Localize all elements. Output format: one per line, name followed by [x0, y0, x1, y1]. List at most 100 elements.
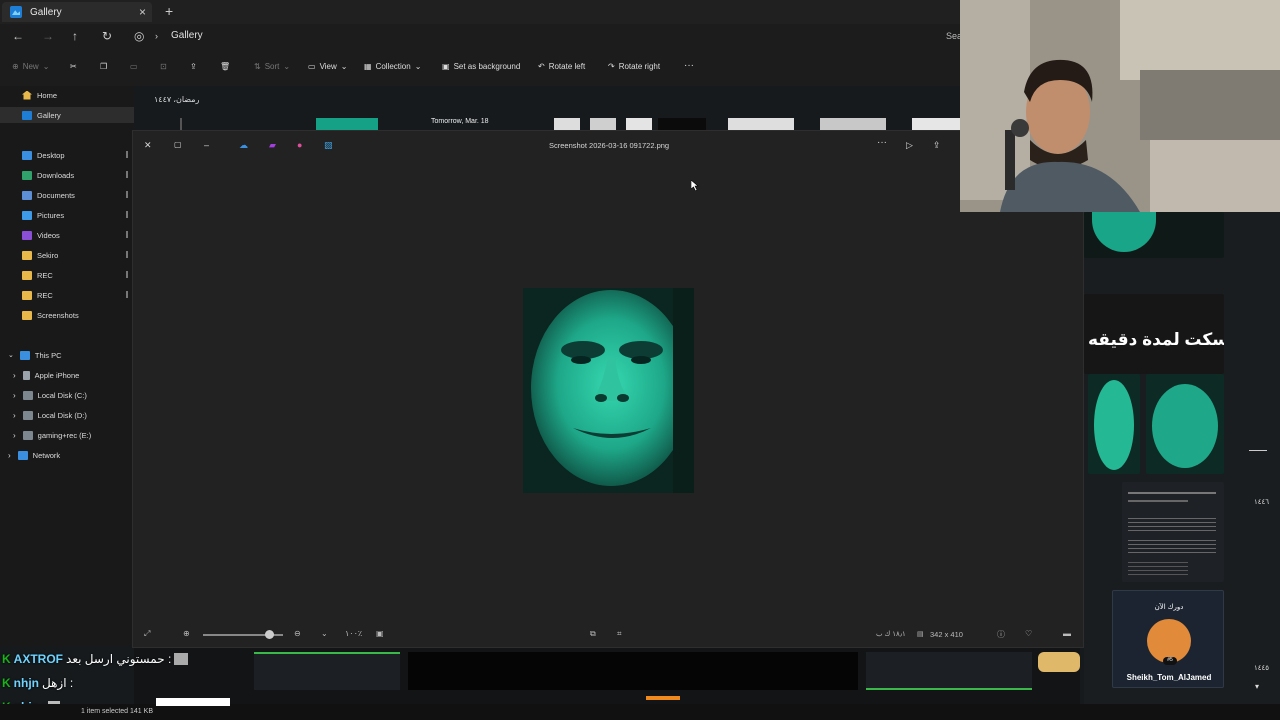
thumbnail[interactable]	[1084, 212, 1224, 258]
thumbnail[interactable]	[554, 118, 580, 130]
sidebar-item-gaming-rec-e[interactable]: › gaming+rec (E:)	[0, 427, 134, 443]
cut-icon[interactable]: ✂	[70, 62, 77, 71]
info-icon[interactable]: ⓘ	[997, 629, 1005, 640]
zoom-slider-thumb[interactable]	[265, 630, 274, 639]
filmstrip-icon[interactable]: ▬	[1063, 629, 1071, 638]
breadcrumb[interactable]: Gallery	[171, 30, 203, 41]
thumbnail[interactable]	[254, 652, 400, 690]
heart-icon[interactable]: ♡	[1025, 629, 1032, 638]
fit-screen-icon[interactable]: ▣	[376, 629, 384, 638]
sidebar-item-rec-2[interactable]: REC	[0, 287, 134, 303]
minimize-icon[interactable]: –	[204, 140, 209, 150]
zoom-in-icon[interactable]: ⊕	[183, 629, 190, 638]
pin-icon[interactable]	[126, 231, 131, 238]
sidebar-item-downloads[interactable]: Downloads	[0, 167, 134, 183]
thumbnail[interactable]	[866, 652, 1032, 690]
sidebar-item-local-disk-d[interactable]: › Local Disk (D:)	[0, 407, 134, 423]
forward-arrow-icon[interactable]: →	[42, 29, 54, 43]
thumbnail[interactable]	[1088, 374, 1140, 474]
refresh-icon[interactable]: ↻	[102, 29, 112, 43]
caption-thumbnail[interactable]: اسكت لمدة دقيقه	[1084, 294, 1224, 374]
view-button[interactable]: ▭ View ⌄	[308, 62, 347, 71]
designer-icon[interactable]: ●	[297, 140, 302, 150]
sort-button[interactable]: ⇅ Sort ⌄	[254, 62, 290, 71]
maximize-icon[interactable]: ▢	[174, 140, 182, 149]
fullscreen-icon[interactable]: ⤢	[144, 629, 150, 639]
close-icon[interactable]: ✕	[144, 140, 152, 151]
sidebar-item-pictures[interactable]: Pictures	[0, 207, 134, 223]
sidebar-item-local-disk-c[interactable]: › Local Disk (C:)	[0, 387, 134, 403]
new-tab-button[interactable]: +	[165, 3, 173, 19]
thumbnail[interactable]	[590, 118, 616, 130]
caret-down-icon[interactable]: ▾	[1255, 682, 1259, 691]
collection-button[interactable]: ▦ Collection ⌄	[364, 62, 421, 71]
copy-icon[interactable]: ❐	[100, 62, 107, 71]
paste-icon[interactable]: ▭	[130, 62, 138, 71]
more-options-icon[interactable]: ···	[684, 60, 694, 71]
sidebar-item-apple-iphone[interactable]: › Apple iPhone	[0, 367, 134, 383]
thumbnail[interactable]	[820, 118, 886, 130]
chevron-down-icon[interactable]: ⌄	[8, 351, 14, 359]
sort-icon: ⇅	[254, 62, 261, 71]
pin-icon[interactable]	[126, 191, 131, 198]
sidebar-item-gallery[interactable]: Gallery	[0, 107, 134, 123]
onedrive-icon[interactable]: ☁	[239, 140, 248, 151]
share-icon[interactable]: ⇪	[933, 140, 941, 151]
rotate-left-button[interactable]: ↶ Rotate left	[538, 62, 585, 71]
pin-icon[interactable]	[126, 251, 131, 258]
chevron-right-icon[interactable]: ›	[13, 431, 16, 440]
pin-icon[interactable]	[126, 211, 131, 218]
visual-search-icon[interactable]: ⌗	[617, 629, 622, 639]
chevron-right-icon[interactable]: ›	[8, 451, 11, 460]
clipchamp-icon[interactable]: ▰	[269, 140, 276, 151]
back-arrow-icon[interactable]: ←	[12, 29, 24, 43]
chevron-down-icon[interactable]: ⌄	[321, 629, 328, 638]
sidebar-item-network[interactable]: › Network	[0, 447, 134, 463]
thumbnail[interactable]	[408, 652, 858, 690]
gallery-location-icon: ◎	[134, 29, 145, 43]
thumbnail[interactable]	[912, 118, 960, 130]
thumbnail[interactable]	[316, 118, 378, 130]
sidebar-item-desktop[interactable]: Desktop	[0, 147, 134, 163]
tab-title: Gallery	[30, 6, 62, 18]
thumbnail[interactable]	[728, 118, 794, 130]
slideshow-icon[interactable]: ▷	[906, 140, 913, 151]
share-icon[interactable]: ⇪	[190, 62, 197, 71]
delete-icon[interactable]: 🗑	[220, 62, 230, 71]
new-button[interactable]: ⊕ New ⌄	[12, 62, 49, 71]
rotate-right-button[interactable]: ↷ Rotate right	[608, 62, 660, 71]
zoom-out-icon[interactable]: ⊖	[294, 629, 301, 638]
sidebar-item-documents[interactable]: Documents	[0, 187, 134, 203]
zoom-slider[interactable]	[203, 630, 283, 639]
sidebar-item-rec[interactable]: REC	[0, 267, 134, 283]
chevron-right-icon[interactable]: ›	[13, 371, 16, 380]
crop-icon[interactable]: ⧉	[590, 629, 596, 639]
close-tab-icon[interactable]: ×	[139, 5, 146, 19]
sidebar-item-screenshots[interactable]: Screenshots	[0, 307, 134, 323]
chat-message: K nhjn ازهل :	[2, 676, 73, 690]
edit-image-icon[interactable]: ▨	[324, 140, 333, 151]
sidebar-item-sekiro[interactable]: Sekiro	[0, 247, 134, 263]
thumbnail[interactable]	[626, 118, 652, 130]
chevron-right-icon[interactable]: ›	[13, 411, 16, 420]
sidebar-item-this-pc[interactable]: ⌄ This PC	[0, 347, 134, 363]
more-options-icon[interactable]: ···	[877, 137, 887, 148]
set-background-button[interactable]: ▣ Set as background	[442, 62, 520, 71]
chevron-right-icon[interactable]: ›	[13, 391, 16, 400]
tab-gallery[interactable]: Gallery ×	[2, 2, 152, 22]
pin-icon[interactable]	[126, 271, 131, 278]
thumbnail[interactable]	[1146, 374, 1224, 474]
status-bar: 1 item selected 141 KB	[0, 698, 1280, 720]
pin-icon[interactable]	[126, 291, 131, 298]
up-arrow-icon[interactable]: ↑	[72, 29, 78, 43]
rename-icon[interactable]: ⊡	[160, 62, 167, 71]
pin-icon[interactable]	[126, 151, 131, 158]
pin-icon[interactable]	[126, 171, 131, 178]
zoom-level[interactable]: ١٠٠٪	[345, 629, 362, 638]
webcam-overlay	[960, 0, 1280, 212]
thumbnail[interactable]	[658, 118, 706, 130]
sidebar-item-home[interactable]: Home	[0, 87, 134, 103]
thumbnail[interactable]	[1038, 652, 1080, 672]
sidebar-item-videos[interactable]: Videos	[0, 227, 134, 243]
document-thumbnail[interactable]	[1122, 482, 1224, 582]
